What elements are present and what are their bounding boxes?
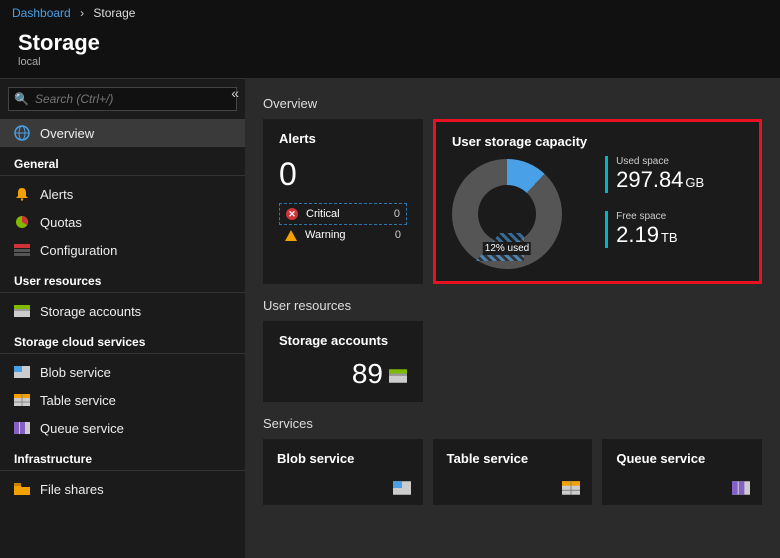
sidebar-item-label: Blob service xyxy=(40,365,111,380)
used-space-label: Used space xyxy=(616,156,743,167)
critical-icon: ✕ xyxy=(286,208,298,220)
breadcrumb-separator: › xyxy=(80,6,84,20)
blob-icon xyxy=(14,364,30,380)
alert-row-warning[interactable]: Warning 0 xyxy=(279,225,407,245)
sidebar-group-general: General xyxy=(0,147,245,176)
table-icon xyxy=(562,481,580,495)
page-subtitle: local xyxy=(18,56,762,68)
bell-icon xyxy=(14,186,30,202)
sidebar-item-queue[interactable]: Queue service xyxy=(0,414,245,442)
sidebar-item-quotas[interactable]: Quotas xyxy=(0,208,245,236)
used-space-stat: Used space 297.84GB xyxy=(605,156,743,193)
sidebar: 🔍 « Overview General Alerts Quotas Confi… xyxy=(0,78,245,558)
storage-accounts-title: Storage accounts xyxy=(279,333,407,348)
sidebar-item-overview[interactable]: Overview xyxy=(0,119,245,147)
sidebar-item-storage-accounts[interactable]: Storage accounts xyxy=(0,297,245,325)
service-table-title: Table service xyxy=(447,451,579,466)
storage-accounts-value: 89 xyxy=(352,358,383,390)
sidebar-group-cloud-services: Storage cloud services xyxy=(0,325,245,354)
config-icon xyxy=(14,242,30,258)
service-card-queue[interactable]: Queue service xyxy=(602,439,762,505)
critical-label: Critical xyxy=(306,208,340,220)
queue-icon xyxy=(14,420,30,436)
storage-account-icon xyxy=(14,303,30,319)
sidebar-group-infrastructure: Infrastructure xyxy=(0,442,245,471)
storage-accounts-card[interactable]: Storage accounts 89 xyxy=(263,321,423,402)
capacity-card-title: User storage capacity xyxy=(452,134,587,149)
collapse-sidebar-icon[interactable]: « xyxy=(231,85,239,101)
breadcrumb: Dashboard › Storage xyxy=(0,0,780,26)
critical-value: 0 xyxy=(394,208,400,220)
section-services-title: Services xyxy=(263,416,762,431)
queue-icon xyxy=(732,481,750,495)
section-user-resources-title: User resources xyxy=(263,298,762,313)
warning-value: 0 xyxy=(395,229,401,241)
page-header: Storage local xyxy=(0,26,780,78)
alert-row-critical[interactable]: ✕ Critical 0 xyxy=(279,203,407,225)
sidebar-item-label: Overview xyxy=(40,126,94,141)
free-space-value: 2.19 xyxy=(616,222,659,247)
service-blob-title: Blob service xyxy=(277,451,409,466)
sidebar-item-blob[interactable]: Blob service xyxy=(0,358,245,386)
search-input[interactable] xyxy=(8,87,237,111)
alerts-count: 0 xyxy=(279,156,407,193)
sidebar-item-label: Table service xyxy=(40,393,116,408)
sidebar-item-table[interactable]: Table service xyxy=(0,386,245,414)
capacity-card[interactable]: User storage capacity 12% used Used spac… xyxy=(433,119,762,284)
sidebar-item-configuration[interactable]: Configuration xyxy=(0,236,245,264)
alerts-card-title: Alerts xyxy=(279,131,407,146)
alerts-card[interactable]: Alerts 0 ✕ Critical 0 Warning 0 xyxy=(263,119,423,284)
sidebar-group-user-resources: User resources xyxy=(0,264,245,293)
warning-label: Warning xyxy=(305,229,346,241)
section-overview-title: Overview xyxy=(263,96,762,111)
page-title: Storage xyxy=(18,30,762,56)
globe-icon xyxy=(14,125,30,141)
folder-icon xyxy=(14,481,30,497)
service-card-blob[interactable]: Blob service xyxy=(263,439,423,505)
service-card-table[interactable]: Table service xyxy=(433,439,593,505)
capacity-donut-chart: 12% used xyxy=(452,159,562,269)
capacity-percent-label: 12% used xyxy=(483,242,531,255)
search-icon: 🔍 xyxy=(14,92,29,106)
main-content: Overview Alerts 0 ✕ Critical 0 Warning 0 xyxy=(245,78,780,558)
blob-icon xyxy=(393,481,411,495)
sidebar-item-label: Quotas xyxy=(40,215,82,230)
sidebar-item-file-shares[interactable]: File shares xyxy=(0,475,245,503)
free-space-unit: TB xyxy=(661,230,678,245)
breadcrumb-root-link[interactable]: Dashboard xyxy=(12,6,71,20)
sidebar-item-label: Queue service xyxy=(40,421,124,436)
sidebar-item-label: Storage accounts xyxy=(40,304,141,319)
sidebar-item-label: File shares xyxy=(40,482,104,497)
used-space-value: 297.84 xyxy=(616,167,683,192)
table-icon xyxy=(14,392,30,408)
storage-account-icon xyxy=(389,369,407,383)
service-queue-title: Queue service xyxy=(616,451,748,466)
free-space-stat: Free space 2.19TB xyxy=(605,211,743,248)
warning-icon xyxy=(285,230,297,241)
used-space-unit: GB xyxy=(685,175,704,190)
free-space-label: Free space xyxy=(616,211,743,222)
sidebar-item-label: Alerts xyxy=(40,187,73,202)
breadcrumb-current: Storage xyxy=(93,6,135,20)
sidebar-item-label: Configuration xyxy=(40,243,117,258)
sidebar-item-alerts[interactable]: Alerts xyxy=(0,180,245,208)
pie-icon xyxy=(14,214,30,230)
